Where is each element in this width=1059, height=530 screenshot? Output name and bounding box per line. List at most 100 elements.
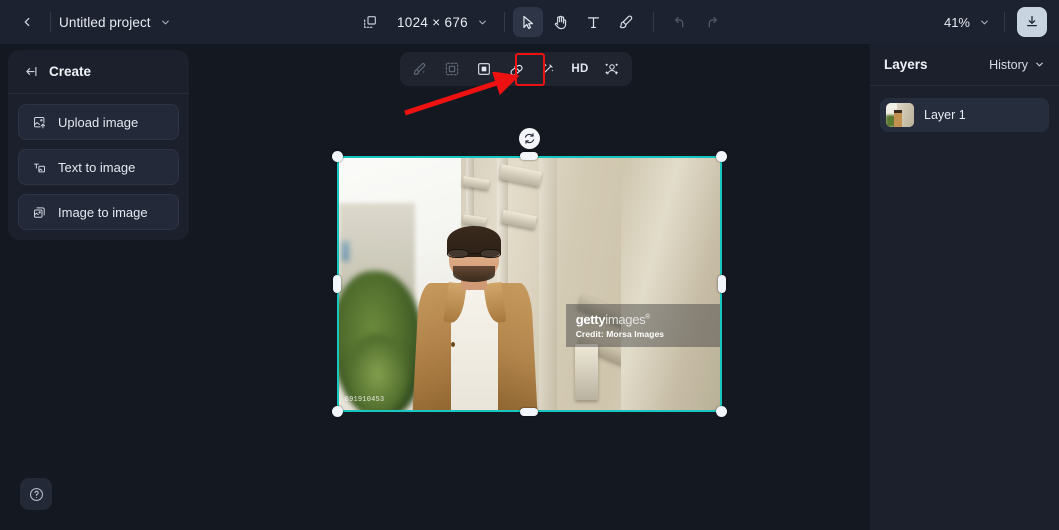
text-tool[interactable] — [579, 7, 609, 37]
canvas-size-dropdown[interactable]: 1024 × 676 — [385, 15, 488, 30]
divider — [50, 12, 51, 32]
resize-handle-bottom[interactable] — [520, 408, 538, 416]
layer-row[interactable]: Layer 1 — [880, 98, 1049, 132]
photo-window — [342, 241, 349, 262]
resize-handle-left[interactable] — [333, 275, 341, 293]
project-title: Untitled project — [59, 14, 151, 30]
image-to-image-icon — [32, 205, 47, 220]
magic-eraser-icon — [413, 63, 426, 75]
resize-handle-right[interactable] — [718, 275, 726, 293]
resize-handle-bottom-left[interactable] — [332, 406, 343, 417]
resize-handle-top-right[interactable] — [716, 151, 727, 162]
resize-handle-bottom-right[interactable] — [716, 406, 727, 417]
canvas-size-value: 1024 × 676 — [397, 14, 468, 30]
create-panel-body: Upload image Text to image Image to imag… — [8, 94, 189, 240]
getty-watermark: gettyimages® Credit: Morsa Images — [565, 304, 720, 347]
paintbrush-icon — [620, 14, 633, 28]
rotate-handle-icon — [524, 133, 535, 144]
image-editor-app: Untitled project 1024 × 676 41% Create U… — [0, 0, 1059, 530]
eraser-icon — [509, 64, 523, 76]
layers-panel: Layers History Layer 1 — [870, 44, 1059, 530]
download-button[interactable] — [1017, 7, 1047, 37]
layers-panel-title: Layers — [884, 57, 928, 72]
undo-tool[interactable] — [665, 7, 695, 37]
top-toolbar-right: 41% — [942, 0, 1047, 44]
retouch-face-button[interactable] — [598, 56, 626, 82]
hand-tool[interactable] — [546, 7, 576, 37]
divider — [1004, 12, 1005, 32]
top-toolbar-left: Untitled project — [0, 7, 171, 37]
image-context-toolbar: HD — [400, 52, 632, 86]
crop-button[interactable] — [470, 56, 498, 82]
chevron-down-icon — [981, 20, 988, 24]
create-panel-header: Create — [8, 50, 189, 94]
history-label: History — [989, 57, 1028, 72]
face-retouch-icon — [605, 63, 618, 75]
chevron-down-icon — [1036, 62, 1043, 67]
top-toolbar: Untitled project 1024 × 676 41% — [0, 0, 1059, 44]
upload-image-label: Upload image — [58, 114, 139, 130]
eraser-button[interactable] — [502, 56, 530, 82]
hd-button[interactable]: HD — [566, 56, 594, 82]
divider — [652, 12, 654, 32]
help-button[interactable] — [20, 478, 52, 510]
zoom-level: 41% — [943, 14, 970, 30]
redo-tool[interactable] — [698, 7, 728, 37]
collapse-left-icon[interactable] — [24, 64, 39, 79]
layers-list: Layer 1 — [870, 86, 1059, 144]
getty-brand-bold: getty — [575, 311, 606, 327]
zoom-dropdown[interactable]: 41% — [942, 11, 992, 34]
photo-jacket-button — [450, 341, 455, 347]
photo-person — [413, 226, 537, 410]
cursor-arrow-icon — [523, 15, 534, 29]
back-button[interactable] — [12, 7, 42, 37]
question-circle-icon — [29, 487, 43, 501]
text-to-image-label: Text to image — [58, 159, 136, 175]
hand-icon — [555, 15, 567, 29]
top-toolbar-center: 1024 × 676 — [355, 0, 728, 44]
getty-brand: gettyimages® — [575, 311, 650, 327]
create-panel-title: Create — [49, 64, 92, 79]
brush-tool[interactable] — [612, 7, 642, 37]
resize-handle-top[interactable] — [520, 152, 538, 160]
rotate-handle[interactable] — [519, 128, 540, 149]
canvas-size-button[interactable] — [355, 7, 385, 37]
layer-name: Layer 1 — [924, 108, 966, 122]
getty-credit: Credit: Morsa Images — [575, 328, 665, 339]
image-to-image-button[interactable]: Image to image — [18, 194, 179, 230]
editing-tools-group — [512, 7, 728, 37]
divider — [503, 12, 505, 32]
getty-brand-light: images — [605, 311, 646, 327]
selected-image-object[interactable]: gettyimages® Credit: Morsa Images 691910… — [332, 151, 727, 417]
photo-beard — [452, 265, 496, 283]
create-panel: Create Upload image Text to image Image … — [8, 50, 189, 240]
undo-arrow-icon — [675, 16, 684, 27]
magic-wand-button[interactable] — [534, 56, 562, 82]
text-to-image-button[interactable]: Text to image — [18, 149, 179, 185]
image-to-image-label: Image to image — [58, 204, 148, 220]
magic-erase-button[interactable] — [406, 56, 434, 82]
getty-image-id: 691910453 — [344, 395, 385, 404]
chevron-down-icon — [161, 20, 169, 24]
layer-thumbnail — [886, 103, 914, 127]
photo-glasses — [447, 249, 502, 259]
chevron-down-icon — [479, 20, 486, 24]
expand-frame-icon — [445, 62, 459, 76]
canvas-resize-icon — [364, 16, 376, 28]
select-tool[interactable] — [512, 7, 543, 37]
upload-image-button[interactable]: Upload image — [18, 104, 179, 140]
crop-select-icon — [478, 63, 490, 75]
expand-button[interactable] — [438, 56, 466, 82]
upload-image-icon — [32, 115, 47, 130]
chevron-left-icon — [24, 17, 30, 27]
selection-frame: gettyimages® Credit: Morsa Images 691910… — [337, 156, 722, 412]
text-to-image-icon — [32, 160, 47, 175]
canvas-photo: gettyimages® Credit: Morsa Images 691910… — [339, 158, 720, 410]
project-title-dropdown[interactable]: Untitled project — [59, 15, 171, 30]
redo-arrow-icon — [709, 16, 718, 27]
history-toggle[interactable]: History — [989, 58, 1045, 72]
resize-handle-top-left[interactable] — [332, 151, 343, 162]
magic-wand-icon — [542, 63, 554, 75]
photo-right-building — [620, 158, 720, 410]
layers-panel-header: Layers History — [870, 44, 1059, 86]
